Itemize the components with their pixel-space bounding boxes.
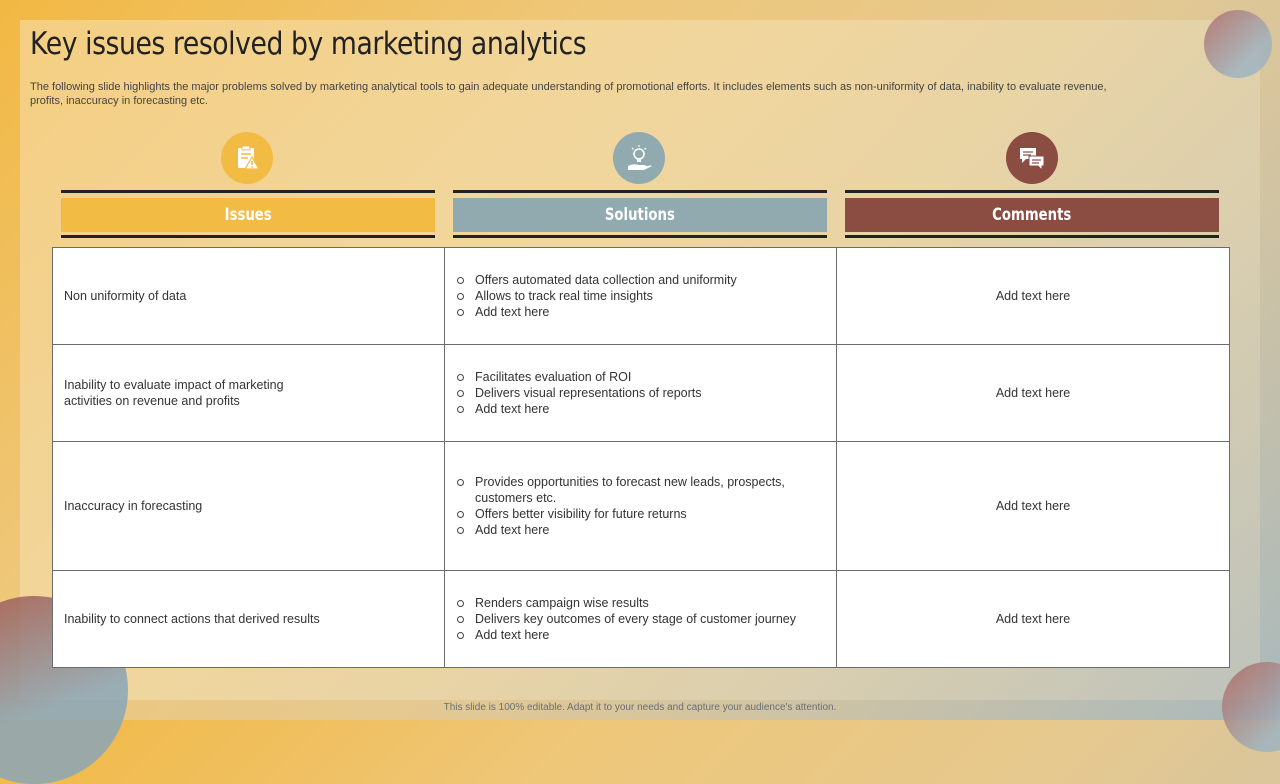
issue-text: Inability to evaluate impact of marketin… [64, 378, 284, 409]
header-rule [453, 235, 827, 238]
solutions-list: Provides opportunities to forecast new l… [445, 474, 836, 538]
table-row: Non uniformity of data Offers automated … [52, 246, 1230, 346]
issue-cell: Inability to connect actions that derive… [52, 569, 445, 669]
lightbulb-hand-icon [613, 132, 665, 184]
solutions-list: Offers automated data collection and uni… [445, 272, 836, 320]
clipboard-warning-icon [221, 132, 273, 184]
solution-item: Provides opportunities to forecast new l… [457, 474, 826, 506]
solutions-header-label: Solutions [605, 205, 675, 225]
solution-item: Delivers key outcomes of every stage of … [457, 611, 826, 627]
header-band: Comments [845, 198, 1219, 232]
issue-cell: Inability to evaluate impact of marketin… [52, 344, 445, 443]
chat-bubbles-icon [1006, 132, 1058, 184]
solution-item: Add text here [457, 522, 826, 538]
issues-table: Non uniformity of data Offers automated … [52, 246, 1230, 669]
solution-item: Add text here [457, 304, 826, 320]
footer-note: This slide is 100% editable. Adapt it to… [443, 702, 837, 713]
solutions-cell: Renders campaign wise results Delivers k… [444, 569, 837, 669]
decorative-circle [1204, 10, 1272, 78]
solutions-column-header: Solutions [453, 190, 827, 240]
header-rule [61, 190, 435, 193]
comment-cell: Add text here [836, 569, 1230, 669]
issues-column-header: Issues [61, 190, 435, 240]
solutions-list: Facilitates evaluation of ROI Delivers v… [445, 369, 836, 417]
solutions-cell: Provides opportunities to forecast new l… [444, 441, 837, 571]
header-band: Solutions [453, 198, 827, 232]
issue-cell: Inaccuracy in forecasting [52, 441, 445, 571]
header-rule [453, 190, 827, 193]
solution-item: Allows to track real time insights [457, 288, 826, 304]
solution-item: Add text here [457, 627, 826, 643]
issues-header-label: Issues [224, 205, 272, 225]
solutions-cell: Offers automated data collection and uni… [444, 246, 837, 346]
table-row: Inability to evaluate impact of marketin… [52, 344, 1230, 443]
solution-item: Delivers visual representations of repor… [457, 385, 826, 401]
solution-item: Add text here [457, 401, 826, 417]
table-row: Inaccuracy in forecasting Provides oppor… [52, 441, 1230, 571]
comment-cell: Add text here [836, 441, 1230, 571]
slide-subtitle: The following slide highlights the major… [30, 81, 1107, 107]
solution-item: Renders campaign wise results [457, 595, 826, 611]
comment-cell: Add text here [836, 344, 1230, 443]
comment-cell: Add text here [836, 246, 1230, 346]
header-rule [61, 235, 435, 238]
slide-title: Key issues resolved by marketing analyti… [30, 26, 587, 62]
header-band: Issues [61, 198, 435, 232]
header-rule [845, 235, 1219, 238]
solutions-list: Renders campaign wise results Delivers k… [445, 595, 836, 643]
comments-header-label: Comments [992, 205, 1072, 225]
solutions-cell: Facilitates evaluation of ROI Delivers v… [444, 344, 837, 443]
solution-item: Offers automated data collection and uni… [457, 272, 826, 288]
issue-cell: Non uniformity of data [52, 246, 445, 346]
header-rule [845, 190, 1219, 193]
table-row: Inability to connect actions that derive… [52, 569, 1230, 669]
solution-item: Offers better visibility for future retu… [457, 506, 826, 522]
solution-item: Facilitates evaluation of ROI [457, 369, 826, 385]
comments-column-header: Comments [845, 190, 1219, 240]
